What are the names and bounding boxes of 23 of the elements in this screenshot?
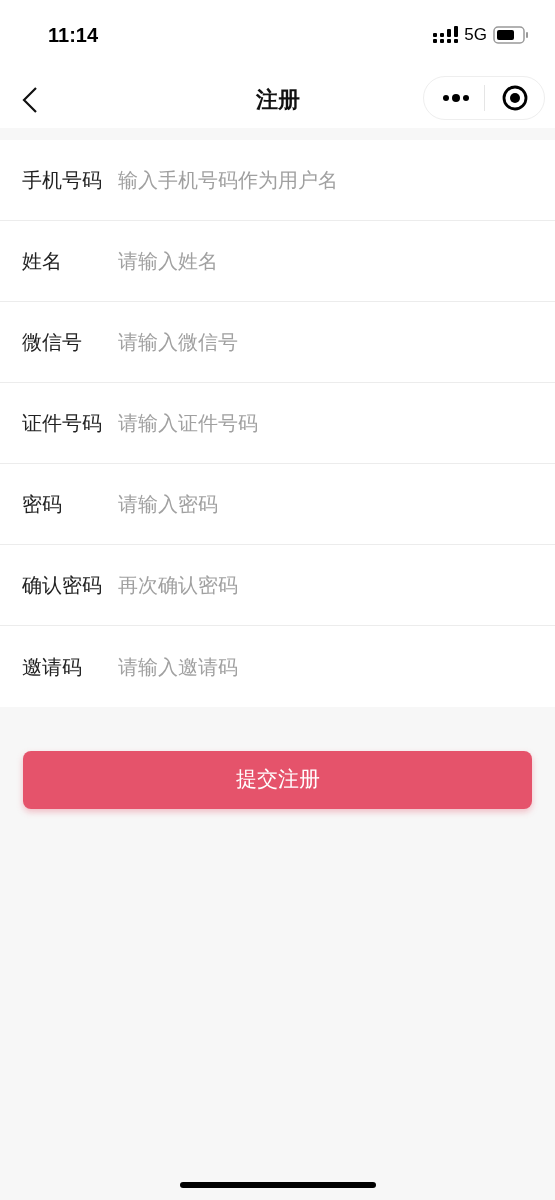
page-title: 注册 bbox=[255, 85, 300, 114]
field-label: 微信号 bbox=[22, 329, 83, 356]
more-icon[interactable] bbox=[442, 93, 470, 103]
input-field[interactable]: 请输入微信号 bbox=[118, 322, 535, 362]
close-icon[interactable] bbox=[502, 85, 528, 111]
input-field[interactable]: 输入手机号码作为用户名 bbox=[118, 160, 535, 200]
input-field[interactable]: 请输入证件号码 bbox=[118, 403, 535, 443]
input-field[interactable]: 请输入密码 bbox=[118, 484, 535, 524]
network-type: 5G bbox=[464, 24, 487, 47]
battery-icon bbox=[493, 26, 529, 44]
signal-icon bbox=[433, 26, 459, 44]
status-time: 11:14 bbox=[48, 23, 99, 48]
field-label: 邀请码 bbox=[22, 653, 83, 681]
field-label: 密码 bbox=[22, 491, 63, 518]
field-label: 确认密码 bbox=[22, 572, 103, 599]
field-label: 姓名 bbox=[22, 248, 63, 275]
submit-button[interactable]: 提交注册 bbox=[23, 751, 532, 809]
field-label: 证件号码 bbox=[22, 410, 103, 437]
input-field[interactable]: 请输入邀请码 bbox=[118, 646, 535, 687]
back-icon[interactable] bbox=[22, 87, 38, 113]
input-field[interactable]: 再次确认密码 bbox=[118, 565, 535, 605]
field-label: 手机号码 bbox=[22, 167, 103, 194]
input-field[interactable]: 请输入姓名 bbox=[118, 241, 535, 281]
